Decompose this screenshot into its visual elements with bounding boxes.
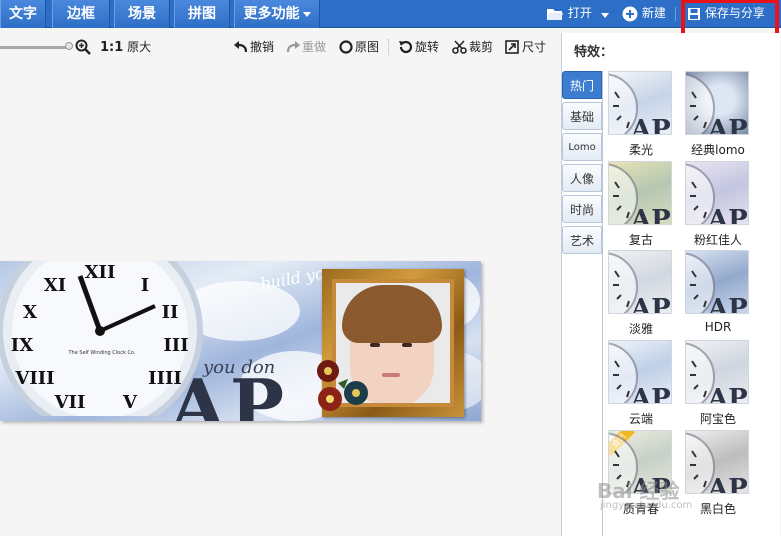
effect-classic-lomo[interactable]: AP 经典lomo <box>685 71 751 158</box>
baidu-watermark-url: jingyan.baidu.com <box>600 500 693 511</box>
thumbnail-preview-graphic: AP <box>609 163 671 225</box>
tab-text[interactable]: 文字 <box>0 0 46 28</box>
svg-text:VII: VII <box>54 392 86 413</box>
thumbnail-preview-graphic: AP <box>609 342 671 404</box>
tab-art[interactable]: 艺术 <box>562 226 602 254</box>
crop-button[interactable]: 裁剪 <box>452 39 493 55</box>
tab-portrait[interactable]: 人像 <box>562 164 602 192</box>
svg-text:AP: AP <box>707 384 748 404</box>
redo-button[interactable]: 重做 <box>286 39 326 55</box>
svg-text:AP: AP <box>707 115 748 135</box>
new-button[interactable]: 新建 <box>622 0 666 28</box>
effect-cloud[interactable]: AP 云端 <box>608 340 674 427</box>
svg-text:AP: AP <box>630 384 671 404</box>
scissors-icon <box>452 40 467 54</box>
tab-basic[interactable]: 基础 <box>562 102 602 130</box>
zoom-in-button[interactable] <box>75 39 93 55</box>
clock-brand-text: The Self Winding Clock Co. <box>68 350 136 356</box>
effect-soft-light[interactable]: AP 柔光 <box>608 71 674 158</box>
resize-icon <box>505 40 519 54</box>
undo-icon <box>234 41 248 53</box>
thumbnail-preview-graphic: AP <box>686 252 748 314</box>
thumbnail-preview-graphic: AP <box>686 73 748 135</box>
thumbnail-preview-graphic: AP <box>609 73 671 135</box>
tab-scene[interactable]: 场景 <box>114 0 170 28</box>
open-dropdown-button[interactable] <box>601 10 609 18</box>
effect-thumbnail: AP <box>685 340 749 404</box>
original-image-button[interactable]: 原图 <box>339 39 379 55</box>
effect-thumbnail: AP <box>608 71 672 135</box>
svg-text:XI: XI <box>44 275 66 296</box>
canvas-world-text: build yo <box>258 263 326 294</box>
svg-text:III: III <box>163 335 188 356</box>
canvas-image[interactable]: XII I II III IIII XI X IX VIII VII V The… <box>0 261 481 421</box>
tab-lomo[interactable]: Lomo <box>562 133 602 161</box>
zoom-in-icon <box>75 39 91 55</box>
effect-thumbnail: AP <box>685 161 749 225</box>
chevron-down-icon <box>302 11 311 17</box>
open-button[interactable]: 打开 <box>546 0 592 28</box>
original-size-button[interactable]: 1:1 原大 <box>100 39 151 55</box>
zoom-slider-handle[interactable] <box>65 42 73 50</box>
effect-thumbnail: AP <box>608 250 672 314</box>
canvas-script-text: you don <box>203 357 276 378</box>
svg-text:II: II <box>162 302 179 323</box>
effect-abao[interactable]: AP 阿宝色 <box>685 340 751 427</box>
svg-text:X: X <box>23 302 37 323</box>
svg-text:AP: AP <box>630 205 671 225</box>
thumbnail-preview-graphic: AP <box>609 252 671 314</box>
effect-thumbnail: AP <box>608 340 672 404</box>
effect-hdr[interactable]: AP HDR <box>685 250 751 334</box>
zoom-slider-track[interactable] <box>0 46 70 49</box>
edit-toolbar: 1:1 原大 撤销 重做 原图 旋转 裁剪 尺寸 <box>0 29 561 65</box>
svg-text:VIII: VIII <box>14 368 54 389</box>
svg-text:AP: AP <box>707 474 748 494</box>
tab-border[interactable]: 边框 <box>52 0 110 28</box>
thumbnail-preview-graphic: AP <box>686 432 748 494</box>
effect-thumbnail: AP <box>685 250 749 314</box>
panel-title: 特效： <box>574 45 614 60</box>
svg-text:AP: AP <box>630 294 671 314</box>
svg-text:AP: AP <box>630 115 671 135</box>
effects-panel: 特效： 热门 基础 Lomo 人像 时尚 艺术 AP 柔光 AP 经典lomo … <box>561 33 780 536</box>
top-menu-bar: 文字 边框 场景 拼图 更多功能 打开 新建 保存与分享 <box>0 0 781 28</box>
effect-elegant[interactable]: AP 淡雅 <box>608 250 674 337</box>
svg-text:AP: AP <box>707 294 748 314</box>
undo-button[interactable]: 撤销 <box>234 39 274 55</box>
tab-more-features[interactable]: 更多功能 <box>234 0 320 28</box>
tabs-divider <box>602 71 603 536</box>
toolbar-divider <box>388 39 389 55</box>
rotate-button[interactable]: 旋转 <box>398 39 439 55</box>
svg-text:V: V <box>122 392 138 413</box>
svg-text:XII: XII <box>85 262 116 283</box>
effect-black-white[interactable]: AP 黑白色 <box>685 430 751 517</box>
redo-icon <box>286 41 300 53</box>
plus-circle-icon <box>622 6 638 21</box>
effect-thumbnail: AP <box>685 71 749 135</box>
toolbar-divider <box>675 7 676 21</box>
resize-button[interactable]: 尺寸 <box>505 39 546 55</box>
svg-text:I: I <box>141 275 149 296</box>
effect-thumbnail: AP <box>608 161 672 225</box>
tab-fashion[interactable]: 时尚 <box>562 195 602 223</box>
thumbnail-preview-graphic: AP <box>686 163 748 225</box>
svg-text:AP: AP <box>707 205 748 225</box>
svg-text:IX: IX <box>11 335 33 356</box>
thumbnail-preview-graphic: AP <box>686 342 748 404</box>
flower-decoration <box>317 360 368 411</box>
circle-icon <box>339 40 353 54</box>
chevron-down-icon <box>601 13 609 18</box>
effect-retro[interactable]: AP 复古 <box>608 161 674 248</box>
tab-collage[interactable]: 拼图 <box>174 0 230 28</box>
rotate-icon <box>399 40 413 54</box>
effect-thumbnail: AP <box>685 430 749 494</box>
tab-hot[interactable]: 热门 <box>562 71 602 99</box>
effect-pink-lady[interactable]: AP 粉红佳人 <box>685 161 751 248</box>
folder-icon <box>547 8 563 20</box>
